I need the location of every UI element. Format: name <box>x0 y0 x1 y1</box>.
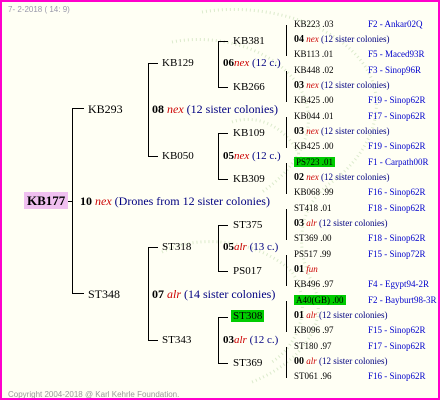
gen4-mating: 03 nex (12 sister colonies) <box>294 80 390 91</box>
pedigree-frame: 7- 2-2018 ( 14: 9) KB177 10 nex (Drones … <box>0 0 440 400</box>
gen4-mating: 00 alr (12 sister colonies) <box>294 356 388 367</box>
gen4-bottom-ancestor[interactable]: KB068 .99 <box>294 188 334 197</box>
gen4-bottom-origin: F5 - Maced93R <box>368 49 425 59</box>
gen4-mating: 03 alr (12 sister colonies) <box>294 218 388 229</box>
gen3-name[interactable]: KB266 <box>233 82 265 93</box>
gen4-bottom-origin: F4 - Egypt94-2R <box>368 279 430 289</box>
gen3-name[interactable]: KB381 <box>233 36 265 47</box>
gen4-top-ancestor[interactable]: KB223 .03 <box>294 20 334 29</box>
gen4-top-origin: F2 - Bayburt98-3R <box>368 295 437 305</box>
gen4-mating: 03 nex (12 sister colonies) <box>294 126 390 137</box>
gen1-mating: 08 nex (12 sister colonies) <box>152 102 278 116</box>
gen4-mating: 01 fun <box>294 264 318 275</box>
gen2-mating: 05nex (12 c.) <box>223 150 281 162</box>
gen3-name[interactable]: ST375 <box>233 220 262 231</box>
gen4-bottom-ancestor[interactable]: KB113 .01 <box>294 50 333 59</box>
root-name: KB177 <box>24 192 69 209</box>
gen4-top-ancestor[interactable]: ST180 .97 <box>294 342 332 351</box>
root-mating: 10 nex (Drones from 12 sister colonies) <box>80 194 270 208</box>
gen4-top-origin: F3 - Sinop96R <box>368 65 422 75</box>
gen2-mating: 03alr (12 c.) <box>223 334 279 346</box>
gen4-top-ancestor[interactable]: A40(GB) .00 <box>294 295 346 305</box>
date-note: 7- 2-2018 ( 14: 9) <box>8 5 70 14</box>
gen4-top-ancestor[interactable]: PS517 .99 <box>294 250 331 259</box>
gen3-name[interactable]: KB109 <box>233 128 265 139</box>
gen4-mating: 01 alr (12 sister colonies) <box>294 310 388 321</box>
gen2-name[interactable]: ST318 <box>162 242 191 253</box>
copyright: Copyright 2004-2018 @ Karl Kehrle Founda… <box>8 390 180 399</box>
gen4-bottom-ancestor[interactable]: KB096 .97 <box>294 326 334 335</box>
gen4-bottom-ancestor[interactable]: KB425 .00 <box>294 96 334 105</box>
gen4-mating: 04 nex (12 sister colonies) <box>294 34 390 45</box>
gen4-bottom-origin: F19 - Sinop62R <box>368 95 426 105</box>
gen4-bottom-ancestor[interactable]: KB496 .97 <box>294 280 334 289</box>
gen4-bottom-origin: F16 - Sinop62R <box>368 187 426 197</box>
gen4-mating: 02 nex (12 sister colonies) <box>294 172 390 183</box>
gen1-name[interactable]: ST348 <box>88 288 120 300</box>
gen4-top-origin: F17 - Sinop62R <box>368 341 426 351</box>
gen4-top-origin: F1 - Carpath00R <box>368 157 429 167</box>
gen2-name[interactable]: KB050 <box>162 151 194 162</box>
gen4-bottom-origin: F18 - Sinop62R <box>368 233 426 243</box>
gen4-bottom-origin: F16 - Sinop62R <box>368 371 426 381</box>
gen4-top-origin: F2 - Ankar02Q <box>368 19 423 29</box>
root-queen[interactable]: KB177 <box>24 192 69 209</box>
gen4-bottom-ancestor[interactable]: KB425 .00 <box>294 142 334 151</box>
gen4-bottom-ancestor[interactable]: ST061 .96 <box>294 372 332 381</box>
gen3-name[interactable]: KB309 <box>233 174 265 185</box>
gen2-mating: 06nex (12 c.) <box>223 57 281 69</box>
gen4-top-ancestor[interactable]: ST418 .01 <box>294 204 332 213</box>
gen4-top-origin: F18 - Sinop62R <box>368 203 426 213</box>
gen3-name-highlighted[interactable]: ST308 <box>231 310 265 322</box>
gen3-name[interactable]: PS017 <box>233 266 262 277</box>
gen4-bottom-origin: F15 - Sinop62R <box>368 325 426 335</box>
gen4-top-ancestor[interactable]: KB448 .02 <box>294 66 334 75</box>
gen4-top-ancestor[interactable]: KB044 .01 <box>294 112 334 121</box>
gen4-top-ancestor[interactable]: PS723 .01 <box>294 157 336 167</box>
gen4-bottom-origin: F19 - Sinop62R <box>368 141 426 151</box>
gen4-top-origin: F17 - Sinop62R <box>368 111 426 121</box>
gen4-top-origin: F15 - Sinop72R <box>368 249 426 259</box>
gen4-bottom-ancestor[interactable]: ST369 .00 <box>294 234 332 243</box>
gen2-mating: 05alr (13 c.) <box>223 241 279 253</box>
gen1-mating: 07 alr (14 sister colonies) <box>152 287 276 301</box>
gen3-name[interactable]: ST369 <box>233 358 262 369</box>
gen2-name[interactable]: ST343 <box>162 335 191 346</box>
gen2-name[interactable]: KB129 <box>162 58 194 69</box>
gen1-name[interactable]: KB293 <box>88 103 123 115</box>
